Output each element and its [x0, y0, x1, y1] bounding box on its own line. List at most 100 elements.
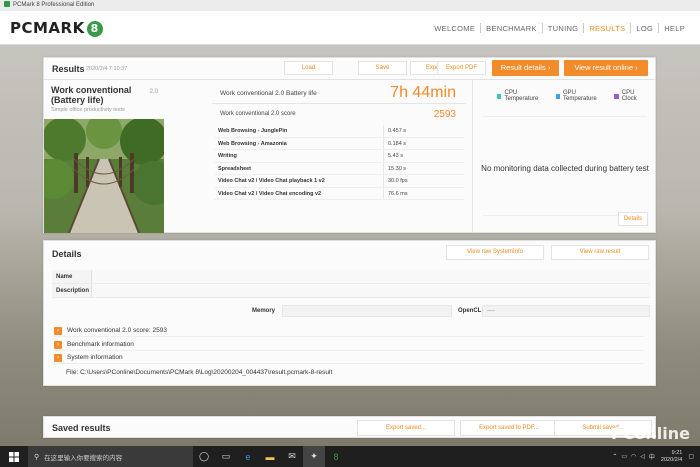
expander-benchmark-information[interactable]: › Benchmark information [54, 339, 644, 351]
battery-life-label: Work conventional 2.0 Battery life [220, 90, 317, 97]
monitoring-panel: CPU Temperature GPU Temperature CPU Cloc… [472, 80, 656, 233]
battery-life-row: Work conventional 2.0 Battery life 7h 44… [212, 82, 466, 104]
results-panel: Results 2020/2/4 7:10:37 Load Save Expor… [43, 57, 656, 233]
details-row: Description [52, 284, 650, 298]
pcmark-logo: PCMARK 8 [10, 19, 103, 37]
window-titlebar: PCMark 8 Professional Edition [0, 0, 700, 11]
app-header: PCMARK 8 WELCOME BENCHMARK TUNING RESULTS… [0, 11, 700, 45]
expander-score[interactable]: › Work conventional 2.0 score: 2593 [54, 325, 644, 337]
subscore-row: Video Chat v2 / Video Chat playback 1 v2… [214, 175, 464, 188]
subscore-value: 0.184 s [388, 140, 407, 147]
view-online-label: View result online [574, 63, 634, 72]
subscore-value: 15.30 s [388, 165, 407, 172]
result-details-label: Result details [500, 63, 546, 72]
volume-icon[interactable]: ◁ [640, 453, 645, 460]
chevron-right-icon: › [635, 63, 638, 72]
legend-label: CPU Temperature [504, 90, 539, 102]
subscore-value: 5.43 s [388, 153, 403, 159]
test-version: 2.0 [149, 89, 158, 95]
nav-help[interactable]: HELP [659, 24, 690, 33]
nav-results[interactable]: RESULTS [584, 24, 630, 33]
main-nav: WELCOME BENCHMARK TUNING RESULTS LOG HEL… [429, 11, 690, 45]
export-pdf-button[interactable]: Export PDF [437, 61, 486, 75]
nav-welcome[interactable]: WELCOME [429, 24, 480, 33]
no-monitoring-data-message: No monitoring data collected during batt… [481, 164, 649, 173]
name-label: Name [52, 270, 92, 283]
subscore-name: Video Chat v2 / Video Chat encoding v2 [214, 187, 384, 199]
logo-text: PCMARK [10, 19, 85, 37]
search-icon: ⚲ [34, 453, 40, 461]
legend-cpu-clock[interactable]: CPU Clock [614, 90, 648, 102]
taskbar-search-box[interactable]: ⚲ 在这里输入你要搜索的内容 [28, 446, 193, 467]
opencl-label: OpenCL [458, 308, 482, 314]
legend-label: CPU Clock [621, 90, 637, 102]
subscore-row: Video Chat v2 / Video Chat encoding v2 76… [214, 187, 464, 200]
save-button[interactable]: Save [358, 61, 407, 75]
load-button[interactable]: Load [284, 61, 333, 75]
chevron-right-icon: › [547, 63, 551, 72]
opencl-value: ---- [482, 305, 650, 317]
legend-cpu-temperature[interactable]: CPU Temperature [497, 90, 548, 102]
network-icon[interactable]: ◠ [631, 453, 636, 460]
task-switch-icon[interactable]: ▭ [215, 446, 237, 467]
export-saved-button[interactable]: Export saved... [357, 420, 455, 436]
view-raw-systeminfo-button[interactable]: View raw SystemInfo [446, 245, 544, 260]
view-raw-result-button[interactable]: View raw result [551, 245, 649, 260]
chevron-right-icon: › [54, 326, 62, 335]
tray-chevron-up-icon[interactable]: ⌃ [612, 453, 617, 460]
monitoring-legend: CPU Temperature GPU Temperature CPU Cloc… [497, 90, 656, 102]
details-row: Name [52, 270, 650, 284]
legend-gpu-temperature[interactable]: GPU Temperature [555, 90, 607, 102]
app-icon [4, 1, 10, 8]
details-title: Details [52, 249, 82, 259]
expander-system-information[interactable]: › System information [54, 352, 644, 364]
file-explorer-icon[interactable]: ▬ [259, 446, 281, 467]
saved-results-title: Saved results [52, 423, 111, 433]
ime-indicator[interactable]: 中 [649, 452, 655, 461]
export-saved-pdf-button[interactable]: Export saved to PDF... [460, 420, 558, 436]
subscore-name: Spreadsheet [214, 162, 384, 174]
window-title: PCMark 8 Professional Edition [13, 2, 95, 8]
results-header: Results 2020/2/4 7:10:37 Load Save Expor… [44, 58, 655, 80]
clock-time: 9:21 [671, 449, 683, 456]
expander-label: Work conventional 2.0 score: 2593 [67, 327, 167, 334]
details-panel: Details View raw SystemInfo View raw res… [43, 240, 656, 386]
test-thumbnail-image [44, 119, 164, 233]
saved-results-panel: Saved results Export saved... Export sav… [43, 416, 656, 438]
clock-date: 2020/2/4 [660, 456, 683, 463]
details-button[interactable]: Details [618, 212, 648, 226]
results-title: Results [52, 64, 85, 74]
edge-browser-icon[interactable]: e [237, 446, 259, 467]
view-result-online-button[interactable]: View result online › [564, 60, 648, 76]
test-name: Work conventional (Battery life) [51, 85, 132, 105]
legend-label: GPU Temperature [562, 90, 597, 102]
subscore-name: Video Chat v2 / Video Chat playback 1 v2 [214, 175, 384, 187]
subscore-value: 30.0 fps [388, 178, 408, 184]
taskbar-clock[interactable]: 9:21 2020/2/4 [661, 450, 682, 464]
task-view-icon[interactable]: ◯ [193, 446, 215, 467]
divider [483, 116, 646, 117]
result-file-path: File: C:\Users\PConline\Documents\PCMark… [66, 369, 333, 376]
windows-start-button[interactable] [0, 446, 28, 467]
details-table: Name Description [52, 270, 650, 298]
app-icon[interactable]: ✦ [303, 446, 325, 467]
search-placeholder: 在这里输入你要搜索的内容 [44, 454, 123, 462]
notification-icon[interactable]: ▢ [688, 453, 694, 460]
mail-icon[interactable]: ✉ [281, 446, 303, 467]
results-date: 2020/2/4 7:10:37 [86, 66, 128, 72]
score-label: Work conventional 2.0 score [220, 111, 296, 117]
battery-icon[interactable]: ▭ [621, 453, 627, 460]
score-value: 2593 [433, 109, 456, 120]
subscore-name: Writing [214, 150, 384, 162]
subscore-value: 0.457 s [388, 128, 407, 134]
nav-log[interactable]: LOG [631, 24, 658, 33]
description-label: Description [52, 284, 92, 297]
result-details-button[interactable]: Result details › [492, 60, 559, 76]
nav-tuning[interactable]: TUNING [543, 24, 584, 33]
chevron-right-icon: › [54, 353, 62, 362]
subscore-row: Web Browsing - JunglePin 0.457 s [214, 125, 464, 138]
legend-swatch [497, 93, 502, 99]
nav-benchmark[interactable]: BENCHMARK [481, 24, 542, 33]
pcmark-taskbar-icon[interactable]: 8 [325, 446, 347, 467]
